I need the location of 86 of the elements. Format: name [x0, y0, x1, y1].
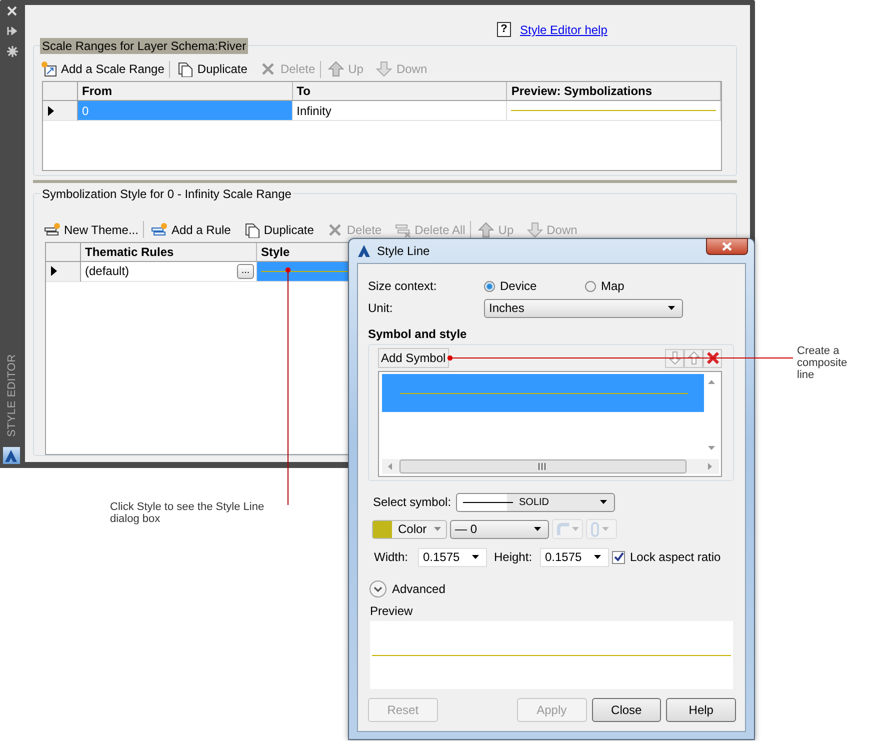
close-button[interactable]: [706, 238, 748, 255]
dropdown-caret-icon: [534, 527, 541, 531]
line-sample-icon: [463, 500, 513, 504]
dropdown-caret-icon: [600, 500, 607, 504]
side-strip-label: STYLE EDITOR: [6, 354, 18, 437]
field-label: Preview: [370, 604, 413, 618]
delete-icon: [706, 352, 718, 364]
group-title: Symbolization Style for 0 - Infinity Scale Range: [40, 186, 294, 202]
row-header[interactable]: [46, 262, 81, 282]
column-header[interactable]: Thematic Rules: [81, 242, 257, 262]
width-field[interactable]: 0.1575: [418, 548, 487, 566]
up-arrow-icon: [328, 61, 344, 77]
table-cell[interactable]: (default) ...: [81, 262, 257, 282]
column-header[interactable]: Preview: Symbolizations: [507, 82, 722, 101]
close-icon: [7, 6, 17, 16]
checkmark-icon: [614, 552, 624, 562]
row-pointer-icon: [48, 106, 54, 116]
add-symbol-button[interactable]: Add Symbol: [378, 348, 449, 368]
checkbox[interactable]: [612, 550, 625, 564]
checkbox-label[interactable]: Lock aspect ratio: [630, 550, 721, 564]
move-up-button[interactable]: [684, 348, 703, 368]
up-arrow-icon: [478, 222, 494, 238]
color-swatch: [373, 520, 392, 538]
radio-label[interactable]: Device: [500, 279, 537, 293]
toolbar-button[interactable]: Add a Rule: [147, 220, 240, 240]
add-range-icon: [41, 61, 57, 77]
section-heading: Symbol and style: [368, 327, 467, 341]
down-arrow-icon: [668, 351, 680, 365]
unit-dropdown[interactable]: Inches: [484, 298, 683, 318]
dropdown-caret-icon: [668, 306, 675, 310]
radio-button[interactable]: [585, 280, 596, 292]
line-weight-dropdown[interactable]: — 0: [450, 520, 549, 538]
height-field[interactable]: 0.1575: [540, 548, 609, 566]
dropdown-caret-icon: [602, 527, 609, 531]
app-logo-icon: [357, 244, 371, 258]
move-down-button[interactable]: [665, 348, 684, 368]
gear-icon: [6, 46, 18, 57]
down-arrow-icon: [526, 222, 543, 238]
row-header[interactable]: [43, 101, 78, 121]
pages-icon: [244, 222, 260, 238]
advanced-toggle[interactable]: Advanced: [369, 580, 446, 598]
rule-list-icon: [151, 222, 168, 238]
delete-icon: [326, 222, 343, 238]
cell-text: (default): [85, 264, 130, 278]
field-label: Select symbol:: [373, 495, 452, 509]
dropdown-caret-icon: [572, 527, 579, 531]
field-label: Size context:: [368, 279, 438, 293]
browse-button[interactable]: ...: [237, 264, 254, 279]
table-cell[interactable]: Infinity: [292, 101, 508, 121]
cap-icon: [590, 521, 600, 537]
dropdown-caret-icon: [434, 527, 441, 531]
column-header[interactable]: To: [292, 82, 508, 101]
toolbar-button[interactable]: Add a Scale Range: [37, 59, 174, 79]
symbol-dropdown[interactable]: SOLID: [456, 492, 615, 512]
logo-icon[interactable]: [2, 447, 20, 464]
toolbar-button[interactable]: Duplicate: [173, 59, 256, 79]
corner-icon: [556, 521, 570, 537]
field-label: Height:: [494, 550, 534, 564]
dropdown-caret-icon: [594, 555, 601, 559]
callout-text: Click Style to see the Style Line dialog box: [110, 501, 266, 525]
toolbar-button[interactable]: New Theme...: [40, 220, 148, 240]
dialog-button[interactable]: Close: [592, 698, 662, 722]
dialog-button[interactable]: Help: [666, 698, 736, 722]
pages-icon: [177, 61, 194, 77]
help-link[interactable]: Style Editor help: [520, 23, 608, 37]
radio-button[interactable]: [484, 280, 495, 292]
up-arrow-icon: [688, 351, 700, 365]
table-cell[interactable]: [507, 101, 722, 121]
color-dropdown[interactable]: Color: [372, 520, 447, 538]
theme-list-icon: [44, 222, 60, 238]
close-icon: [722, 242, 732, 251]
column-header[interactable]: From: [78, 82, 293, 101]
dropdown-caret-icon: [472, 555, 479, 559]
row-pointer-icon: [51, 266, 57, 276]
down-arrow-icon: [376, 61, 392, 77]
delete-icon: [260, 61, 276, 77]
delete-all-icon: [394, 222, 411, 238]
dialog-title: Style Line: [377, 244, 430, 258]
group-title: Scale Ranges for Layer Schema:River: [40, 38, 248, 54]
field-label: Unit:: [368, 301, 394, 315]
callout-text: Create a composite line: [797, 345, 848, 381]
radio-label[interactable]: Map: [601, 279, 624, 293]
remove-button[interactable]: [703, 348, 722, 368]
field-label: Width:: [374, 550, 410, 564]
toolbar-button[interactable]: Duplicate: [240, 220, 323, 240]
help-icon[interactable]: ?: [497, 22, 511, 37]
